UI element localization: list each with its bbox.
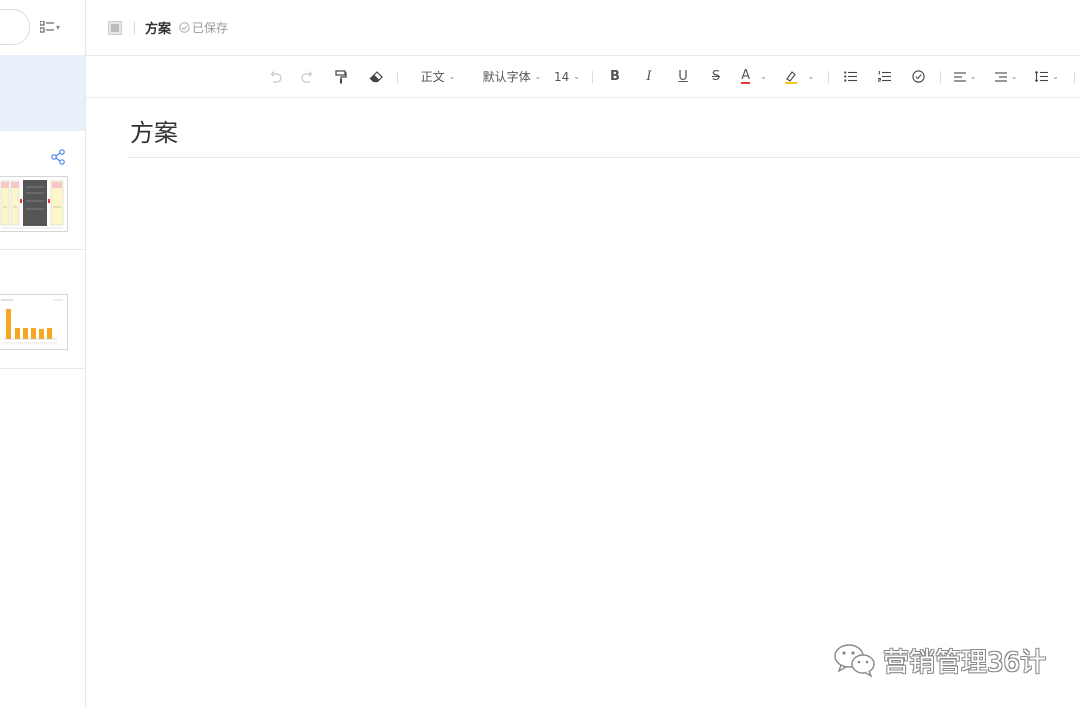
watermark: 营销管理36计 — [833, 640, 1046, 680]
italic-icon: I — [646, 69, 652, 84]
highlight-icon — [784, 70, 797, 84]
toolbar-divider — [592, 71, 593, 83]
chevron-down-icon: ⌄ — [760, 72, 767, 81]
toolbar-divider — [940, 71, 941, 83]
toolbar-divider — [828, 71, 829, 83]
checklist-button[interactable] — [907, 56, 929, 97]
bullet-list-icon — [843, 71, 857, 82]
italic-button[interactable]: I — [638, 56, 660, 97]
chevron-down-icon: ⌄ — [1010, 72, 1018, 81]
process-diagram-thumbnail — [0, 176, 68, 232]
highlight-button[interactable]: ⌄ — [780, 56, 818, 97]
indent-select[interactable]: ⌄ — [991, 56, 1021, 97]
wechat-icon — [834, 644, 875, 678]
font-family-select[interactable]: 默认字体 ⌄ — [480, 56, 544, 97]
bold-icon: B — [610, 69, 620, 84]
clear-format-button[interactable] — [365, 56, 387, 97]
search-input[interactable] — [0, 9, 30, 45]
check-circle-icon — [179, 22, 190, 33]
font-size-value: 14 — [554, 69, 570, 84]
bar-chart-thumbnail — [0, 294, 68, 350]
bold-button[interactable]: B — [604, 56, 626, 97]
doc-header: 方案 已保存 — [86, 0, 1080, 56]
toolbar-divider — [397, 71, 398, 83]
title-divider — [128, 157, 1080, 158]
strikethrough-button[interactable]: S — [705, 56, 727, 97]
view-toggle-button[interactable]: ▾ — [40, 17, 70, 37]
left-sidebar: ▾ — [0, 0, 86, 707]
share-icon[interactable] — [50, 149, 66, 165]
font-color-button[interactable]: A ⌄ — [736, 56, 772, 97]
strikethrough-icon: S — [711, 69, 721, 84]
numbered-list-icon — [877, 71, 891, 82]
redo-icon — [301, 70, 313, 83]
align-select[interactable]: ⌄ — [950, 56, 980, 97]
paragraph-style-select[interactable]: 正文 ⌄ — [416, 56, 460, 97]
paragraph-style-value: 正文 — [420, 70, 445, 84]
chevron-down-icon: ⌄ — [573, 72, 580, 81]
doc-title[interactable]: 方案 — [145, 18, 171, 37]
sidebar-item-active[interactable] — [0, 55, 85, 131]
align-icon — [953, 71, 966, 82]
undo-icon — [270, 70, 282, 83]
sidebar-top: ▾ — [0, 0, 85, 55]
undo-button[interactable] — [264, 56, 286, 97]
indent-icon — [994, 71, 1007, 82]
chevron-down-icon: ⌄ — [448, 72, 456, 81]
sidebar-card[interactable] — [0, 131, 85, 250]
saved-status: 已保存 — [179, 19, 228, 36]
underline-button[interactable]: U — [672, 56, 694, 97]
chevron-down-icon: ▾ — [56, 22, 61, 32]
format-toolbar: 正文 ⌄ 默认字体 ⌄ 14 ⌄ B I U S A ⌄ ⌄ ⌄ ⌄ ⌄ — [86, 56, 1080, 98]
underline-icon: U — [678, 69, 688, 84]
view-toggle-icon — [40, 21, 54, 33]
font-size-select[interactable]: 14 ⌄ — [551, 56, 583, 97]
watermark-text: 营销管理36计 — [883, 647, 1047, 678]
font-color-icon: A — [741, 68, 751, 84]
sidebar-card[interactable] — [0, 250, 85, 369]
chevron-down-icon: ⌄ — [807, 72, 815, 81]
format-painter-icon — [335, 69, 347, 83]
checklist-icon — [911, 70, 925, 83]
chevron-down-icon: ⌄ — [1052, 72, 1059, 81]
toolbar-divider — [1074, 71, 1075, 83]
chevron-down-icon: ⌄ — [969, 72, 977, 81]
editor-title[interactable]: 方案 — [130, 113, 178, 148]
saved-status-text: 已保存 — [192, 21, 229, 35]
doc-icon[interactable] — [108, 20, 122, 35]
chevron-down-icon: ⌄ — [534, 72, 542, 81]
redo-button[interactable] — [297, 56, 319, 97]
eraser-icon — [369, 70, 383, 82]
bullet-list-button[interactable] — [839, 56, 861, 97]
line-height-select[interactable]: ⌄ — [1031, 56, 1063, 97]
format-painter-button[interactable] — [330, 56, 352, 97]
line-height-icon — [1035, 71, 1049, 82]
header-divider — [134, 20, 135, 35]
font-family-value: 默认字体 — [482, 70, 531, 84]
numbered-list-button[interactable] — [873, 56, 895, 97]
